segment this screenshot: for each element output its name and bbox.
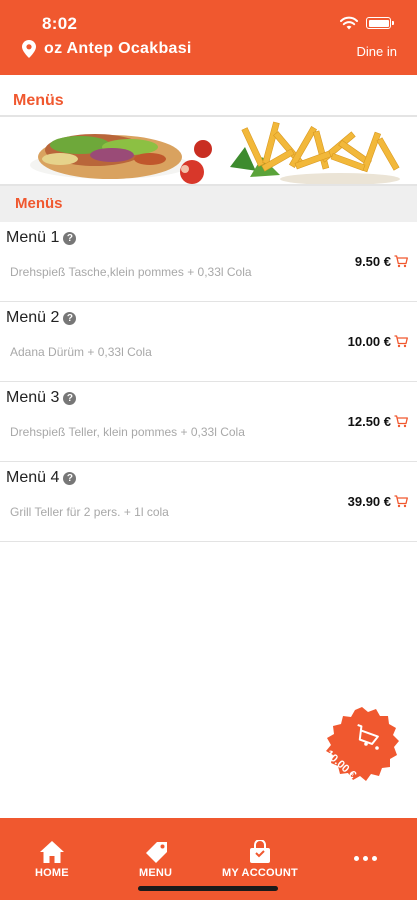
menu-item-price: 39.90 €	[347, 494, 391, 509]
menu-item-price: 12.50 €	[347, 414, 391, 429]
menu-item-name-wrap: Menü 3 ?	[6, 389, 77, 407]
menu-item-name-wrap: Menü 4 ?	[6, 469, 77, 487]
menu-item-name: Menü 3	[6, 389, 60, 406]
menu-item-name-wrap: Menü 2 ?	[6, 309, 77, 327]
category-banner-image	[0, 115, 417, 186]
nav-menu-label: MENU	[139, 867, 173, 879]
info-icon[interactable]: ?	[63, 231, 77, 245]
menu-item-description: Drehspieß Teller, klein pommes + 0,33l C…	[10, 425, 245, 439]
menu-item-name-wrap: Menü 1 ?	[6, 229, 77, 247]
cart-badge-shape	[326, 707, 399, 781]
nav-menu[interactable]: MENU	[139, 840, 172, 879]
menu-item[interactable]: Menü 2 ? Adana Dürüm + 0,33l Cola 10.00 …	[0, 302, 417, 382]
menu-list: Menü 1 ? Drehspieß Tasche,klein pommes +…	[0, 222, 417, 542]
cart-icon[interactable]	[394, 415, 408, 428]
page-title: Menüs	[13, 92, 64, 109]
wifi-icon	[340, 16, 358, 30]
restaurant-name: oz Antep Ocakbasi	[44, 40, 192, 57]
menu-item-description: Drehspieß Tasche,klein pommes + 0,33l Co…	[10, 265, 252, 279]
location-pin-icon	[22, 40, 36, 58]
more-icon	[354, 856, 377, 861]
menu-item-name: Menü 2	[6, 309, 60, 326]
nav-home-label: HOME	[35, 867, 69, 879]
home-icon	[39, 841, 64, 863]
menu-item-description: Grill Teller für 2 pers. + 1l cola	[10, 505, 169, 519]
info-icon[interactable]: ?	[63, 311, 77, 325]
home-indicator	[138, 886, 278, 891]
menu-item[interactable]: Menü 4 ? Grill Teller für 2 pers. + 1l c…	[0, 462, 417, 542]
nav-home[interactable]: HOME	[35, 840, 69, 879]
cart-icon[interactable]	[394, 255, 408, 268]
cart-icon[interactable]	[394, 495, 408, 508]
menu-item-name: Menü 1	[6, 229, 60, 246]
floating-cart-button[interactable]: 10.00 €	[323, 706, 401, 784]
menu-item[interactable]: Menü 3 ? Drehspieß Teller, klein pommes …	[0, 382, 417, 462]
dine-in-toggle[interactable]: Dine in	[357, 44, 397, 59]
restaurant-selector[interactable]: oz Antep Ocakbasi	[22, 40, 192, 58]
info-icon[interactable]: ?	[63, 471, 77, 485]
battery-icon	[366, 17, 394, 29]
bag-icon	[249, 840, 270, 863]
menu-item-name: Menü 4	[6, 469, 60, 486]
cart-icon[interactable]	[394, 335, 408, 348]
tag-icon	[145, 842, 167, 863]
nav-more[interactable]	[354, 840, 377, 861]
status-icons	[340, 16, 394, 30]
info-icon[interactable]: ?	[63, 391, 77, 405]
status-time: 8:02	[42, 14, 78, 33]
nav-my-account[interactable]: MY ACCOUNT	[222, 840, 298, 879]
menu-item-description: Adana Dürüm + 0,33l Cola	[10, 345, 152, 359]
nav-my-account-label: MY ACCOUNT	[222, 867, 298, 879]
menu-item[interactable]: Menü 1 ? Drehspieß Tasche,klein pommes +…	[0, 222, 417, 302]
category-header: Menüs	[0, 186, 417, 222]
menu-item-price: 9.50 €	[354, 254, 391, 269]
app-header: 8:02 oz Antep Ocakbasi Dine in	[0, 0, 417, 75]
menu-item-price: 10.00 €	[347, 334, 391, 349]
